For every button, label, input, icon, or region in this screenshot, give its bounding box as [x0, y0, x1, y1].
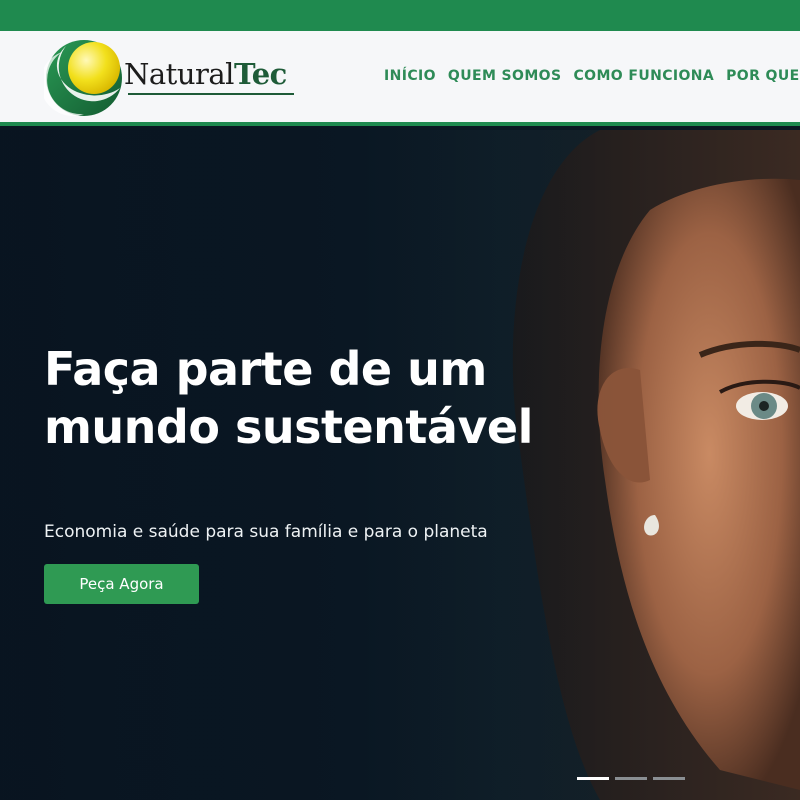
order-now-button[interactable]: Peça Agora [44, 564, 199, 604]
brand-logo[interactable]: NaturalTec [44, 38, 299, 120]
hero-woman-photo [0, 130, 800, 800]
logo-emblem-icon [44, 40, 122, 116]
hero-slider: Faça parte de um mundo sustentável Econo… [0, 130, 800, 800]
hero-subtitle: Economia e saúde para sua família e para… [44, 522, 488, 542]
nav-item-quem-somos[interactable]: QUEM SOMOS [448, 68, 562, 84]
brand-name-natural: Natural [124, 57, 234, 91]
slide-indicator-2[interactable] [615, 777, 647, 780]
nav-item-por-que[interactable]: POR QUE [726, 68, 799, 84]
nav-item-inicio[interactable]: INÍCIO [384, 68, 436, 84]
brand-wordmark: NaturalTec [124, 57, 287, 91]
hero-title-line-1: Faça parte de um [44, 342, 487, 396]
top-accent-bar [0, 0, 800, 31]
site-header: NaturalTec INÍCIO QUEM SOMOS COMO FUNCIO… [0, 31, 800, 126]
slide-indicator-1[interactable] [577, 777, 609, 780]
hero-title-line-2: mundo sustentável [44, 400, 533, 454]
nav-item-como-funciona[interactable]: COMO FUNCIONA [573, 68, 714, 84]
main-nav: INÍCIO QUEM SOMOS COMO FUNCIONA POR QUE [384, 68, 800, 84]
brand-underline [128, 93, 294, 95]
slide-indicator-3[interactable] [653, 777, 685, 780]
hero-title: Faça parte de um mundo sustentável [44, 340, 604, 456]
slider-pagination [577, 777, 691, 780]
brand-name-tec: Tec [233, 57, 287, 91]
